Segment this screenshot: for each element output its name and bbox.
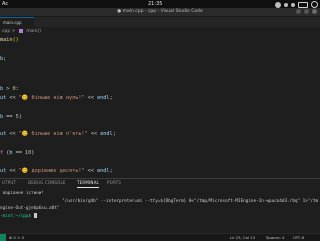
code-token: << bbox=[87, 131, 101, 137]
code-token: ; bbox=[112, 131, 116, 137]
code-token: ) bbox=[31, 150, 35, 156]
code-token: ) bbox=[18, 114, 22, 120]
code-editor[interactable]: main() b; b > 0: ut << "😊 більше ніж нуль!"… bbox=[0, 36, 320, 176]
window-title: ● main.cpp - cpp - Visual Studio Code bbox=[117, 9, 203, 14]
tab-ports[interactable]: PORTS bbox=[107, 179, 121, 187]
panel-tabs: UTPUT DEBUG CONSOLE TERMINAL PORTS bbox=[0, 179, 320, 188]
code-token: більше ніж п'ять!" bbox=[28, 131, 88, 137]
breadcrumb-symbol[interactable]: main() bbox=[26, 29, 41, 34]
code-token: == bbox=[12, 150, 25, 156]
close-icon[interactable] bbox=[312, 9, 317, 14]
code-line: ut << "😊 більше ніж нуль!" << endl; bbox=[0, 94, 113, 102]
code-token: ; bbox=[109, 168, 113, 174]
terminal-line: варіанне істини! bbox=[0, 191, 44, 196]
activities-label[interactable]: Ac bbox=[2, 0, 8, 8]
code-token: << bbox=[84, 95, 98, 101]
code-line: b == 5) bbox=[0, 113, 22, 121]
code-line: f (b == 10) bbox=[0, 149, 34, 157]
network-icon[interactable] bbox=[284, 2, 288, 7]
breadcrumb-file[interactable]: cpp bbox=[2, 29, 10, 34]
power-icon[interactable] bbox=[311, 1, 318, 8]
code-line: b; bbox=[0, 55, 6, 63]
terminal-line: ngine-Out-gjebp6su.a8t" bbox=[0, 206, 60, 211]
app-indicator-icon[interactable] bbox=[275, 1, 281, 8]
breadcrumb: cpp > main() bbox=[0, 28, 41, 36]
code-token: () bbox=[12, 37, 19, 43]
tab-label: main.cpp bbox=[3, 20, 22, 25]
code-token: endl bbox=[100, 131, 113, 137]
tab-terminal[interactable]: TERMINAL bbox=[77, 179, 99, 188]
code-token: << bbox=[84, 168, 98, 174]
code-token: більше ніж нуль!" bbox=[28, 95, 85, 101]
battery-icon[interactable] bbox=[298, 1, 308, 8]
code-token: : bbox=[15, 86, 19, 92]
terminal-line: "/usr/bin/gdb" --interpreter=mi --tty=${… bbox=[0, 199, 319, 204]
code-token: << bbox=[6, 131, 19, 137]
terminal[interactable]: варіанне істини! "/usr/bin/gdb" --interp… bbox=[0, 189, 320, 234]
code-token: > bbox=[3, 86, 13, 92]
os-top-bar: Ac 21:35 bbox=[0, 0, 320, 8]
code-line: b > 0: bbox=[0, 85, 19, 93]
window-controls bbox=[296, 9, 317, 14]
terminal-prompt-line: -mint:~/cpp$ bbox=[0, 213, 37, 219]
bottom-panel: UTPUT DEBUG CONSOLE TERMINAL PORTS варіа… bbox=[0, 178, 320, 234]
code-token: endl bbox=[97, 168, 110, 174]
terminal-prompt: -mint:~/cpp$ bbox=[0, 214, 34, 219]
maximize-icon[interactable] bbox=[304, 9, 309, 14]
window-title-bar: ● main.cpp - cpp - Visual Studio Code bbox=[0, 8, 320, 17]
terminal-cursor bbox=[33, 213, 37, 218]
code-token: ; bbox=[109, 95, 113, 101]
code-token: endl bbox=[97, 95, 110, 101]
tab-output[interactable]: UTPUT bbox=[2, 179, 16, 187]
clock[interactable]: 21:35 bbox=[148, 0, 162, 8]
code-token: main bbox=[0, 37, 13, 43]
tab-main-cpp[interactable]: main.cpp bbox=[0, 17, 34, 27]
code-token: ; bbox=[3, 56, 7, 62]
breadcrumb-separator: > bbox=[11, 29, 16, 34]
code-token: << bbox=[6, 168, 19, 174]
code-token: дорівнює десять!" bbox=[28, 168, 85, 174]
system-tray bbox=[275, 1, 318, 8]
editor-tab-strip: main.cpp bbox=[0, 17, 320, 27]
tab-debug-console[interactable]: DEBUG CONSOLE bbox=[28, 179, 66, 187]
minimize-icon[interactable] bbox=[296, 9, 301, 14]
volume-icon[interactable] bbox=[291, 2, 295, 7]
code-token: << bbox=[6, 95, 19, 101]
code-line: main() bbox=[0, 36, 19, 44]
function-symbol-icon bbox=[18, 28, 23, 33]
code-line: ut << "😊 більше ніж п'ять!" << endl; bbox=[0, 130, 116, 138]
code-line: ut << "😊 дорівнює десять!" << endl; bbox=[0, 167, 113, 175]
code-token: == bbox=[3, 114, 16, 120]
